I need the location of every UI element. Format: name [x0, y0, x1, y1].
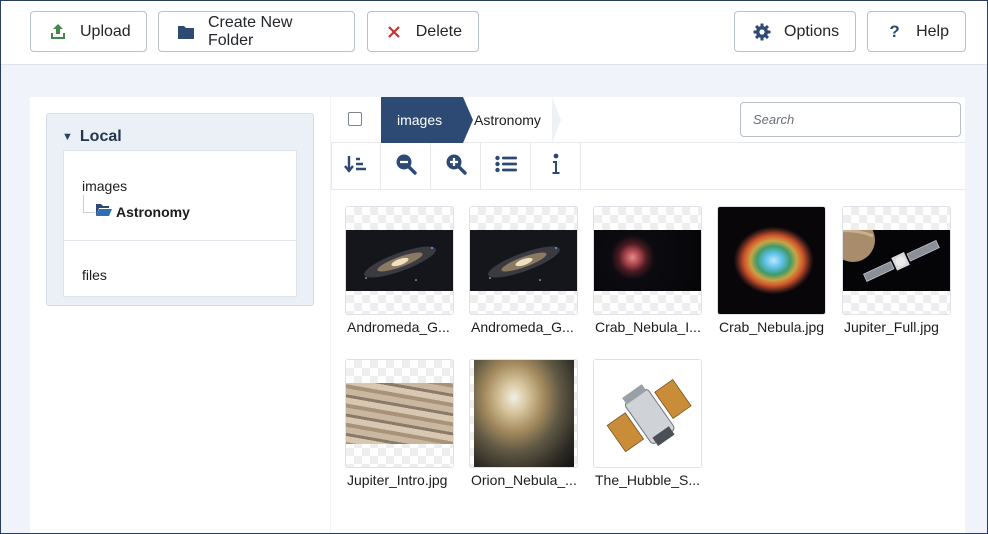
thumbnail [842, 206, 951, 315]
zoom-out-button[interactable] [381, 143, 431, 190]
thumbnail [345, 206, 454, 315]
toolbar: Upload Create New Folder Delete Options … [1, 1, 987, 65]
search-input[interactable] [740, 102, 961, 137]
breadcrumb-item-astronomy[interactable]: Astronomy [474, 97, 541, 143]
upload-label: Upload [80, 22, 131, 40]
breadcrumb-arrow [552, 97, 561, 143]
planet-image [346, 383, 453, 444]
thumbnail [345, 359, 454, 468]
zoom-in-button[interactable] [431, 143, 481, 190]
zoom-out-icon [395, 153, 417, 180]
file-tile[interactable]: Orion_Nebula_... [469, 359, 578, 488]
nebula-image [718, 207, 825, 314]
tree-branch-line [83, 195, 95, 213]
view-toolbar [331, 143, 965, 190]
breadcrumb: images Astronomy [331, 97, 965, 143]
upload-button[interactable]: Upload [30, 11, 147, 52]
sidebar: ▼ Local images Astronomy files [30, 97, 330, 534]
tree-item-astronomy[interactable]: Astronomy [83, 195, 190, 220]
file-tile[interactable]: Crab_Nebula_I... [593, 206, 702, 335]
tree-item-astronomy-label: Astronomy [116, 203, 190, 220]
file-grid: Andromeda_G... Andromeda_G... Crab_Nebul… [331, 191, 965, 534]
file-tile[interactable]: The_Hubble_S... [593, 359, 702, 488]
help-button[interactable]: ? Help [867, 11, 966, 52]
tree-root-label: Local [79, 128, 122, 145]
info-icon [551, 153, 561, 180]
delete-button[interactable]: Delete [367, 11, 479, 52]
help-label: Help [916, 22, 949, 40]
tree-body: images Astronomy files [63, 150, 297, 297]
file-name: Crab_Nebula_I... [595, 319, 701, 335]
nebula-image [474, 360, 574, 467]
thumbnail [469, 359, 578, 468]
divider [64, 240, 296, 241]
thumbnail [717, 206, 826, 315]
thumbnail [469, 206, 578, 315]
file-name: Jupiter_Full.jpg [844, 319, 939, 335]
create-folder-label: Create New Folder [208, 13, 293, 49]
create-folder-button[interactable]: Create New Folder [158, 11, 355, 52]
sort-button[interactable] [331, 143, 381, 190]
telescope-image [594, 360, 701, 467]
folder-open-icon [95, 203, 113, 220]
gear-icon [753, 23, 771, 41]
file-tile[interactable]: Andromeda_G... [345, 206, 454, 335]
options-button[interactable]: Options [734, 11, 856, 52]
tree-root-local[interactable]: ▼ Local [62, 128, 122, 146]
options-label: Options [784, 22, 840, 40]
file-tile[interactable]: Crab_Nebula.jpg [717, 206, 826, 335]
main-panel: images Astronomy Search Andromeda_G... A… [331, 97, 965, 534]
folder-tree: ▼ Local images Astronomy files [46, 113, 314, 306]
list-view-button[interactable] [481, 143, 531, 190]
file-tile[interactable]: Andromeda_G... [469, 206, 578, 335]
galaxy-image [346, 230, 453, 291]
select-all-checkbox[interactable] [348, 112, 362, 126]
file-name: Andromeda_G... [471, 319, 574, 335]
info-button[interactable] [531, 143, 581, 190]
planet-shape [346, 383, 453, 444]
thumbnail [593, 206, 702, 315]
galaxy-image [470, 230, 577, 291]
delete-label: Delete [415, 22, 462, 40]
file-name: Jupiter_Intro.jpg [347, 472, 448, 488]
file-name: The_Hubble_S... [595, 472, 701, 488]
file-name: Andromeda_G... [347, 319, 450, 335]
breadcrumb-item-images[interactable]: images [381, 97, 473, 143]
tree-item-images[interactable]: images [82, 178, 127, 194]
file-name: Orion_Nebula_... [471, 472, 577, 488]
file-name: Crab_Nebula.jpg [719, 319, 825, 335]
spacecraft-image [843, 218, 950, 291]
list-view-icon [494, 155, 517, 178]
nebula-image [594, 230, 701, 291]
thumbnail [593, 359, 702, 468]
upload-icon [49, 23, 67, 41]
caret-down-icon: ▼ [62, 131, 73, 143]
sort-icon [344, 154, 368, 179]
file-tile[interactable]: Jupiter_Intro.jpg [345, 359, 454, 488]
zoom-in-icon [445, 153, 467, 180]
close-icon [386, 23, 403, 41]
folder-icon [177, 23, 195, 41]
question-icon: ? [889, 21, 900, 41]
file-tile[interactable]: Jupiter_Full.jpg [842, 206, 951, 335]
tree-item-files[interactable]: files [82, 267, 107, 283]
